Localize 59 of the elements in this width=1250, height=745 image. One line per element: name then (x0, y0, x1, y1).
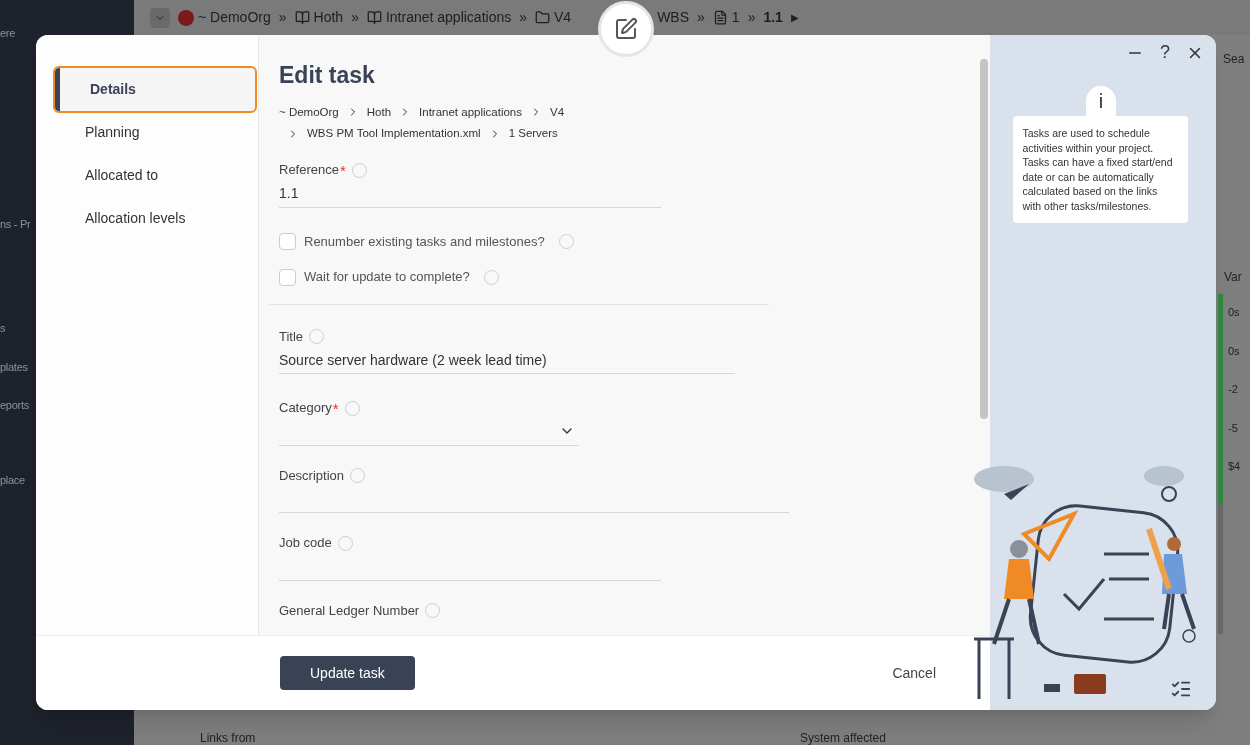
table-cell-text: $4 (1228, 459, 1241, 474)
field-label: Job code (279, 534, 332, 553)
breadcrumb-current: 1.1 (763, 8, 783, 27)
path-link[interactable]: 1 Servers (508, 125, 558, 143)
nav-tab[interactable]: Allocation levels (55, 197, 255, 240)
collapse-button[interactable] (150, 7, 170, 28)
field-label: Category (279, 399, 332, 418)
nav-tab[interactable]: Details (55, 68, 255, 111)
checkbox[interactable] (279, 268, 296, 286)
required-mark: * (332, 400, 339, 416)
field-label: Title (279, 327, 304, 346)
checkbox-label: Renumber existing tasks and milestones? (304, 232, 545, 251)
breadcrumb-separator: » (519, 8, 528, 27)
cancel-button[interactable]: Cancel (892, 662, 936, 684)
path-link[interactable]: Hoth (366, 103, 392, 121)
path-link[interactable]: V4 (550, 103, 565, 121)
path-link[interactable]: WBS PM Tool Implementation.xml (307, 125, 481, 143)
breadcrumb-link[interactable]: V4 (554, 7, 572, 28)
column-header: Var (1224, 269, 1243, 286)
table-cell-text: -2 (1228, 382, 1239, 397)
pencil-icon (614, 17, 638, 41)
help-button[interactable]: ? (1160, 39, 1170, 66)
dialog-title: Edit task (279, 61, 376, 90)
required-mark: * (340, 162, 346, 178)
breadcrumb-link[interactable]: Intranet applications (385, 7, 512, 28)
panel-title: Links from (200, 730, 256, 745)
folder-icon (535, 10, 551, 25)
field-label: Reference (279, 161, 339, 180)
checkbox-label: Wait for update to complete? (304, 268, 470, 287)
panel-title: System affected (800, 730, 886, 745)
breadcrumb-link[interactable]: WBS (657, 7, 690, 28)
breadcrumb-more[interactable]: ▶ (790, 10, 799, 25)
checkbox[interactable] (279, 233, 296, 250)
table-cell-text: -5 (1228, 420, 1239, 436)
text-field[interactable]: 1.1 (279, 179, 661, 208)
breadcrumb-link[interactable]: ~ DemoOrg (198, 7, 271, 28)
nav-tab[interactable]: Planning (55, 111, 255, 154)
document-icon (712, 10, 728, 25)
table-cell-text: 0s (1228, 343, 1241, 359)
path-link[interactable]: Intranet applications (419, 103, 522, 121)
search-field[interactable]: Sea (1223, 50, 1250, 68)
book-icon (366, 10, 382, 25)
field-label: General Ledger Number (279, 601, 420, 620)
breadcrumb-separator: » (351, 8, 359, 27)
breadcrumb-separator: » (747, 8, 756, 27)
text-field[interactable]: Source server hardware (2 week lead time) (279, 346, 735, 375)
info-text: Tasks are used to schedule activities within your project. Tasks can have a fixed start/end date or can be automatically calculated based on the links with other tasks/milestones. (1012, 116, 1188, 223)
breadcrumb-separator: » (278, 8, 287, 27)
breadcrumb-link[interactable]: 1 (731, 7, 740, 28)
nav-tab[interactable]: Allocated to (55, 154, 255, 197)
update-task-button[interactable]: Update task (280, 656, 415, 690)
breadcrumb-link[interactable]: Hoth (313, 7, 344, 28)
book-icon (294, 10, 310, 25)
table-cell-text: 0s (1228, 305, 1241, 320)
field-label: Description (279, 466, 345, 485)
org-logo-icon (178, 9, 194, 26)
breadcrumb-separator: » (697, 8, 705, 27)
scrollbar[interactable] (980, 59, 988, 419)
path-link[interactable]: ~ DemoOrg (279, 103, 339, 121)
